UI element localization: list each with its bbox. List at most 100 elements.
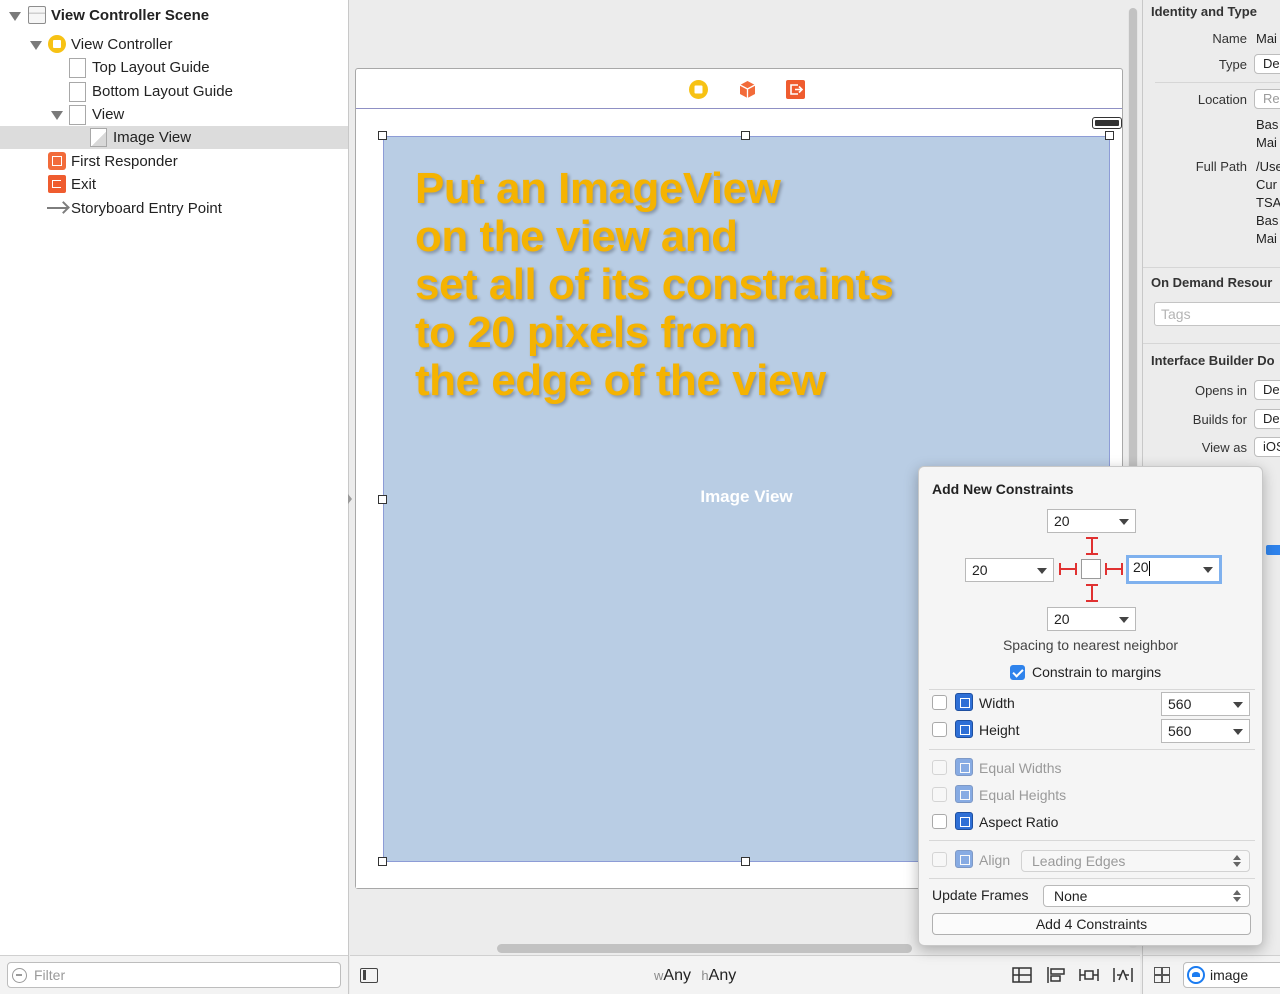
split-view-grip-icon[interactable] [348, 494, 352, 504]
view-as-label: View as [1201, 440, 1247, 455]
disclosure-triangle-icon[interactable] [9, 10, 21, 21]
equal-widths-checkbox[interactable] [932, 760, 947, 775]
bottom-spacing-field[interactable]: 20 [1047, 607, 1136, 631]
width-value: 560 [1168, 696, 1192, 712]
name-label: Name [1212, 31, 1247, 46]
view-as-select[interactable]: iOS [1254, 437, 1280, 457]
full-path-line: TSA [1256, 195, 1280, 210]
location-select[interactable]: Re [1254, 89, 1280, 109]
pin-icon[interactable] [1079, 966, 1099, 984]
leading-spacing-field[interactable]: 20 [965, 558, 1054, 582]
up-down-chevron-icon [1233, 855, 1241, 867]
resize-handle-bottom-left[interactable] [378, 857, 387, 866]
chevron-down-icon[interactable] [1119, 617, 1129, 623]
resize-handle-top-right[interactable] [1105, 131, 1114, 140]
outline-row-first-responder[interactable]: First Responder [0, 150, 348, 173]
align-icon[interactable] [1046, 966, 1066, 984]
aspect-ratio-checkbox[interactable] [932, 814, 947, 829]
canvas-bottom-bar: wAny hAny [350, 955, 1140, 994]
top-constraint-strut-icon[interactable] [1086, 537, 1098, 554]
full-path-label: Full Path [1195, 159, 1247, 174]
outline-row-view-controller[interactable]: View Controller [0, 33, 348, 56]
chevron-down-icon[interactable] [1037, 568, 1047, 574]
outline-label: View Controller [71, 36, 173, 53]
library-filter-icon [1187, 966, 1205, 984]
full-path-line: Bas [1256, 213, 1279, 228]
first-responder-icon[interactable] [738, 80, 757, 99]
resize-handle-top-left[interactable] [378, 131, 387, 140]
filter-icon [12, 968, 27, 983]
layout-guide-icon [69, 82, 86, 102]
exit-icon[interactable] [786, 80, 805, 99]
width-value-field[interactable]: 560 [1161, 692, 1250, 716]
opens-in-select[interactable]: De [1254, 380, 1280, 400]
view-controller-icon[interactable] [689, 80, 708, 99]
size-class-selector[interactable]: wAny hAny [654, 967, 736, 985]
separator [929, 689, 1255, 690]
bottom-constraint-strut-icon[interactable] [1086, 584, 1098, 601]
resize-handle-left[interactable] [378, 495, 387, 504]
outline-row-scene[interactable]: View Controller Scene [0, 4, 348, 27]
disclosure-triangle-icon[interactable] [30, 39, 42, 50]
view-icon [69, 105, 86, 125]
outline-row-exit[interactable]: Exit [0, 173, 348, 196]
resize-handle-top[interactable] [741, 131, 750, 140]
stack-icon[interactable] [1012, 966, 1032, 984]
spacing-label: Spacing to nearest neighbor [1002, 637, 1179, 653]
chevron-down-icon[interactable] [1119, 519, 1129, 525]
add-constraints-button[interactable]: Add 4 Constraints [932, 913, 1251, 935]
outline-label: Top Layout Guide [92, 59, 210, 76]
name-value[interactable]: Mai [1256, 31, 1277, 46]
leading-spacing-value: 20 [972, 562, 988, 578]
filter-input[interactable]: Filter [7, 962, 341, 988]
location-line: Mai [1256, 135, 1277, 150]
chevron-down-icon[interactable] [1233, 729, 1243, 735]
align-label: Align [979, 852, 1011, 868]
update-frames-label: Update Frames [932, 887, 1029, 903]
separator [1143, 267, 1280, 268]
outline-row-bottom-layout-guide[interactable]: Bottom Layout Guide [0, 80, 348, 103]
outline-row-image-view[interactable]: Image View [0, 126, 348, 149]
trailing-constraint-strut-icon[interactable] [1105, 563, 1123, 575]
builds-for-select[interactable]: De [1254, 409, 1280, 429]
outline-label: View [92, 106, 125, 123]
add-constraints-popover: Add New Constraints 20 20 20 20 Spacing … [918, 466, 1263, 946]
width-checkbox[interactable] [932, 695, 947, 710]
tags-input[interactable]: Tags [1154, 302, 1280, 326]
width-constraint-icon [955, 693, 973, 711]
resize-handle-bottom[interactable] [741, 857, 750, 866]
disclosure-triangle-icon[interactable] [51, 109, 63, 120]
toggle-outline-icon[interactable] [360, 968, 378, 983]
type-select[interactable]: De [1254, 54, 1280, 74]
exit-icon [48, 175, 66, 193]
width-label: Width [979, 695, 1015, 711]
height-value-field[interactable]: 560 [1161, 719, 1250, 743]
resolve-auto-layout-icon[interactable] [1113, 966, 1133, 984]
entry-point-arrow-icon [47, 207, 67, 209]
equal-heights-icon [955, 785, 973, 803]
outline-row-entry-point[interactable]: Storyboard Entry Point [0, 197, 348, 220]
top-spacing-field[interactable]: 20 [1047, 509, 1136, 533]
leading-constraint-strut-icon[interactable] [1059, 563, 1077, 575]
chevron-down-icon[interactable] [1203, 567, 1213, 573]
grid-view-icon[interactable] [1154, 967, 1170, 983]
interface-builder-title: Interface Builder Do [1151, 353, 1275, 368]
update-frames-select[interactable]: None [1043, 885, 1250, 907]
horizontal-scroll-thumb[interactable] [497, 944, 912, 953]
align-select[interactable]: Leading Edges [1021, 850, 1250, 872]
height-checkbox[interactable] [932, 722, 947, 737]
outline-label: Storyboard Entry Point [71, 200, 222, 217]
outline-label: View Controller Scene [51, 7, 210, 24]
separator [1143, 343, 1280, 344]
height-value: 560 [1168, 723, 1192, 739]
separator [1155, 82, 1280, 83]
chevron-down-icon[interactable] [1233, 702, 1243, 708]
outline-row-view[interactable]: View [0, 103, 348, 126]
outline-row-top-layout-guide[interactable]: Top Layout Guide [0, 56, 348, 79]
equal-heights-checkbox[interactable] [932, 787, 947, 802]
align-checkbox[interactable] [932, 852, 947, 867]
bottom-spacing-value: 20 [1054, 611, 1070, 627]
constrain-to-margins-checkbox[interactable] [1010, 665, 1025, 680]
trailing-spacing-field[interactable]: 20 [1126, 555, 1222, 584]
location-line: Bas [1256, 117, 1279, 132]
